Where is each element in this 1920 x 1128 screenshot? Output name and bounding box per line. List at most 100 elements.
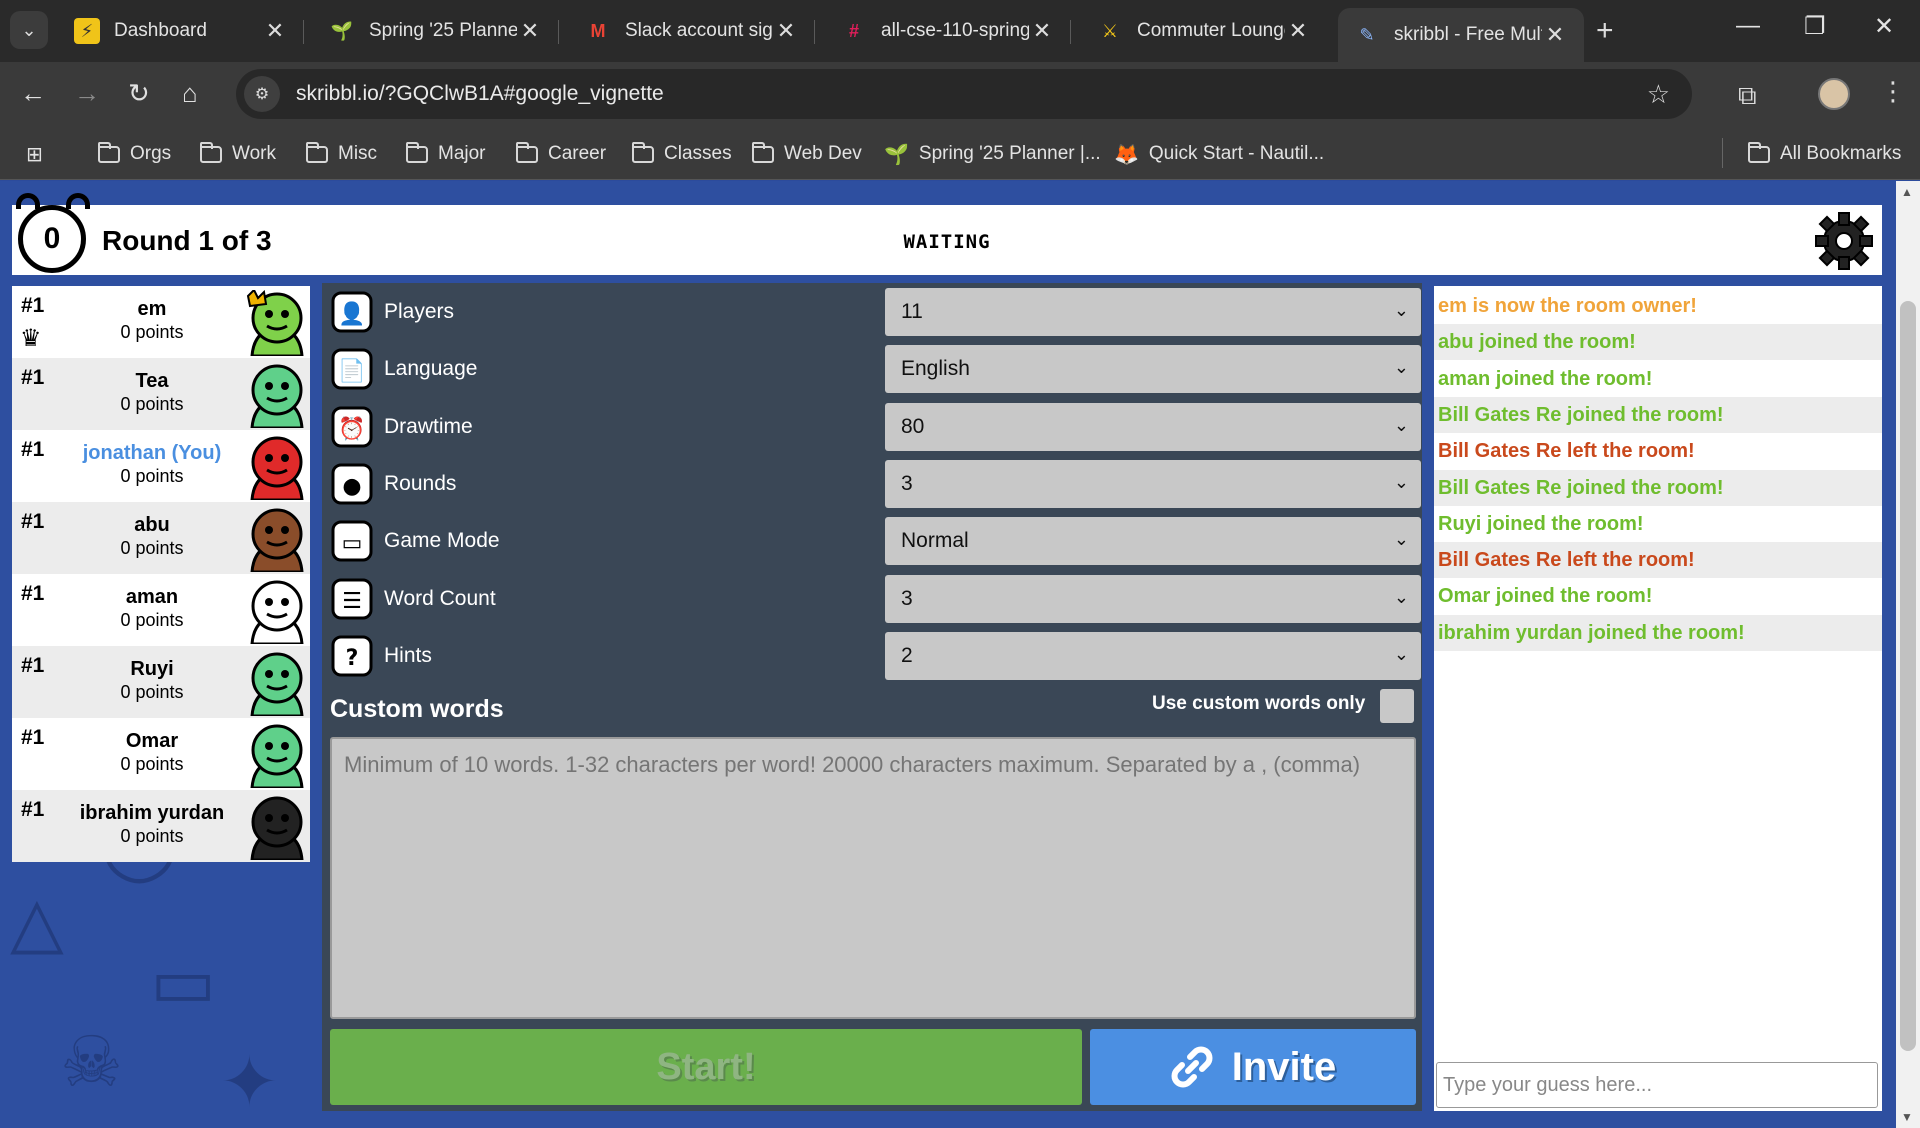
- new-tab-button[interactable]: +: [1596, 14, 1614, 48]
- tab-slack[interactable]: # all-cse-110-spring ✕: [825, 8, 1071, 54]
- tab-skribbl[interactable]: ✎ skribbl - Free Multi ✕: [1338, 8, 1584, 62]
- player-row[interactable]: #1 abu 0 points: [12, 502, 310, 574]
- question-icon: ?: [331, 635, 373, 677]
- player-row[interactable]: #1 Ruyi 0 points: [12, 646, 310, 718]
- doodle-star-icon: ✦: [220, 1043, 279, 1121]
- bookmark-folder-major[interactable]: Major: [406, 140, 486, 168]
- setting-select[interactable]: 3 ⌄: [885, 574, 1421, 623]
- bookmark-spring-planner[interactable]: 🌱 Spring '25 Planner |...: [884, 140, 1101, 168]
- settings-gear-icon[interactable]: [1814, 211, 1874, 271]
- tab-dashboard[interactable]: ⚡ Dashboard ✕: [58, 8, 304, 54]
- folder-icon: [1748, 141, 1770, 163]
- game-mode-icon: ▭: [331, 520, 373, 562]
- bookmark-star-icon[interactable]: ☆: [1647, 79, 1670, 110]
- omnibox[interactable]: ⚙ skribbl.io/?GQClwB1A#google_vignette ☆: [236, 69, 1692, 119]
- setting-label: Rounds: [384, 471, 457, 495]
- custom-words-only-checkbox[interactable]: [1380, 689, 1414, 723]
- restore-icon[interactable]: ❐: [1804, 12, 1826, 41]
- setting-select[interactable]: English ⌄: [885, 345, 1421, 394]
- game-header: 0 Round 1 of 3 WAITING: [12, 193, 1882, 275]
- guess-input[interactable]: [1436, 1062, 1878, 1108]
- page-scrollbar[interactable]: ▲ ▼: [1896, 181, 1920, 1128]
- minimize-icon[interactable]: —: [1736, 12, 1760, 40]
- chevron-down-icon: ⌄: [1393, 414, 1409, 435]
- tab-spring-planner[interactable]: 🌱 Spring '25 Planner ✕: [313, 8, 559, 54]
- close-icon[interactable]: ✕: [1285, 18, 1311, 44]
- url-text[interactable]: skribbl.io/?GQClwB1A#google_vignette: [296, 82, 664, 106]
- bookmark-label: Web Dev: [784, 143, 862, 164]
- player-points: 0 points: [120, 826, 184, 846]
- back-icon[interactable]: ←: [20, 78, 46, 109]
- reload-icon[interactable]: ↻: [128, 78, 150, 109]
- chat-message: abu joined the room!: [1434, 324, 1882, 361]
- tab-commuter-lounge[interactable]: ⚔ Commuter Lounge ✕: [1081, 8, 1327, 54]
- start-button[interactable]: Start!: [330, 1029, 1082, 1105]
- tab-title: Slack account sign: [625, 20, 773, 41]
- scroll-down-icon[interactable]: ▼: [1901, 1110, 1913, 1124]
- setting-label: Word Count: [384, 586, 496, 610]
- svg-text:▭: ▭: [342, 531, 363, 556]
- player-row[interactable]: #1 ♛ em 0 points: [12, 286, 310, 358]
- setting-select[interactable]: 3 ⌄: [885, 459, 1421, 508]
- close-icon[interactable]: ✕: [517, 18, 543, 44]
- player-name: aman: [125, 586, 179, 608]
- bookmark-folder-work[interactable]: Work: [200, 140, 276, 168]
- tab-gmail[interactable]: M Slack account sign ✕: [569, 8, 815, 54]
- setting-select[interactable]: 80 ⌄: [885, 402, 1421, 451]
- close-icon[interactable]: ✕: [773, 18, 799, 44]
- dashboard-icon: ⚡: [74, 18, 100, 44]
- gitlab-icon: 🦊: [1114, 143, 1139, 166]
- folder-icon: [752, 141, 774, 163]
- menu-icon[interactable]: ⋮: [1880, 76, 1906, 107]
- chat-message: Bill Gates Re joined the room!: [1434, 396, 1882, 433]
- setting-value: 11: [901, 300, 923, 323]
- scroll-up-icon[interactable]: ▲: [1901, 185, 1913, 199]
- gmail-icon: M: [590, 20, 606, 41]
- player-points: 0 points: [120, 466, 184, 486]
- profile-avatar[interactable]: [1818, 78, 1850, 110]
- setting-select[interactable]: Normal ⌄: [885, 517, 1421, 566]
- player-name: em: [137, 298, 167, 320]
- alarm-bell-icon: [66, 193, 90, 209]
- setting-label: Players: [384, 300, 455, 323]
- bookmark-folder-classes[interactable]: Classes: [632, 140, 732, 168]
- bookmark-folder-career[interactable]: Career: [516, 140, 606, 168]
- player-rank: #1: [21, 654, 45, 677]
- apps-icon[interactable]: ⊞: [26, 140, 53, 168]
- player-row[interactable]: #1 Tea 0 points: [12, 358, 310, 430]
- setting-select[interactable]: 2 ⌄: [885, 631, 1421, 680]
- invite-button[interactable]: Invite: [1090, 1029, 1416, 1105]
- player-avatar: [250, 580, 304, 644]
- close-icon[interactable]: ✕: [262, 18, 288, 44]
- player-row[interactable]: #1 aman 0 points: [12, 574, 310, 646]
- player-rank: #1: [21, 726, 45, 749]
- site-settings-icon[interactable]: ⚙: [244, 76, 280, 112]
- extensions-icon[interactable]: ⧉: [1738, 80, 1757, 112]
- close-window-icon[interactable]: ✕: [1874, 12, 1894, 41]
- folder-icon: [516, 141, 538, 163]
- bookmark-quick-start[interactable]: 🦊 Quick Start - Nautil...: [1114, 140, 1324, 168]
- scrollbar-thumb[interactable]: [1900, 301, 1916, 1051]
- bookmark-folder-web-dev[interactable]: Web Dev: [752, 140, 862, 168]
- player-points: 0 points: [120, 538, 184, 558]
- setting-select[interactable]: 11 ⌄: [885, 288, 1421, 336]
- chat-message: Bill Gates Re left the room!: [1434, 542, 1882, 579]
- close-icon[interactable]: ✕: [1542, 22, 1568, 48]
- forward-icon[interactable]: →: [74, 78, 100, 109]
- language-icon: 📄: [331, 348, 373, 390]
- chevron-down-icon: ⌄: [1393, 529, 1409, 550]
- player-row[interactable]: #1 Omar 0 points: [12, 718, 310, 790]
- tab-title: skribbl - Free Multi: [1394, 24, 1542, 45]
- setting-value: 2: [901, 643, 913, 667]
- bookmark-folder-misc[interactable]: Misc: [306, 140, 377, 168]
- close-icon[interactable]: ✕: [1029, 18, 1055, 44]
- player-points: 0 points: [120, 682, 184, 702]
- chat-message: Ruyi joined the room!: [1438, 512, 1644, 535]
- custom-words-input[interactable]: [330, 737, 1416, 1019]
- player-row[interactable]: #1 jonathan (You) 0 points: [12, 430, 310, 502]
- all-bookmarks[interactable]: All Bookmarks: [1748, 140, 1901, 168]
- player-row[interactable]: #1 ibrahim yurdan 0 points: [12, 790, 310, 862]
- home-icon[interactable]: ⌂: [182, 78, 198, 109]
- tab-search-button[interactable]: ⌄: [10, 11, 48, 49]
- bookmark-folder-orgs[interactable]: Orgs: [98, 140, 171, 168]
